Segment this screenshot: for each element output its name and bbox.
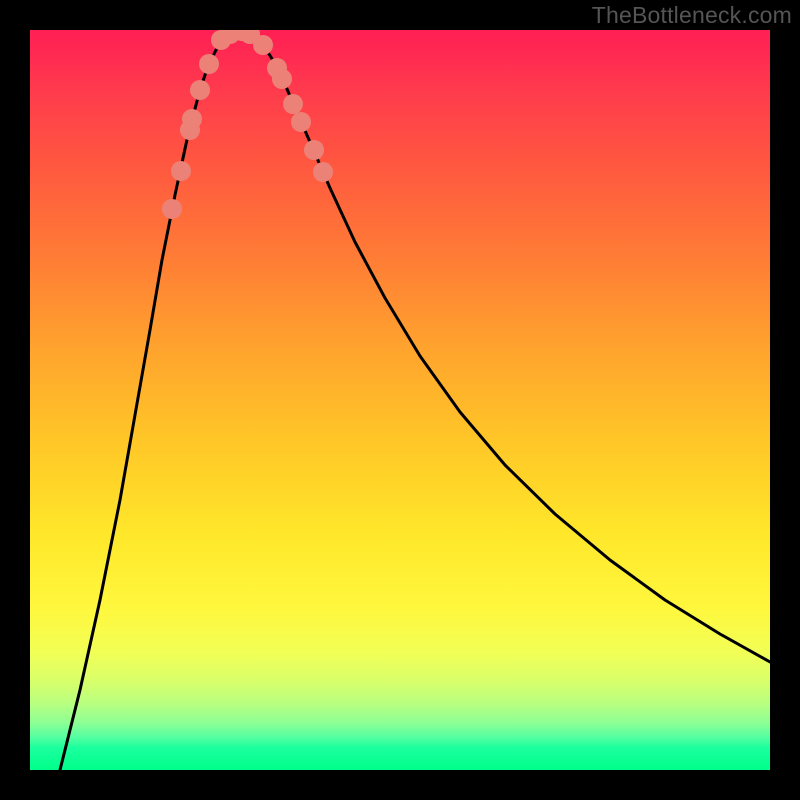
bottleneck-curve bbox=[60, 31, 770, 770]
data-marker bbox=[291, 112, 311, 132]
data-marker bbox=[171, 161, 191, 181]
data-marker bbox=[283, 94, 303, 114]
chart-frame: TheBottleneck.com bbox=[0, 0, 800, 800]
data-marker bbox=[182, 109, 202, 129]
data-marker bbox=[253, 35, 273, 55]
plot-area bbox=[30, 30, 770, 770]
data-marker bbox=[162, 199, 182, 219]
data-marker bbox=[190, 80, 210, 100]
data-marker bbox=[272, 69, 292, 89]
chart-canvas bbox=[30, 30, 770, 770]
data-marker bbox=[313, 162, 333, 182]
data-marker bbox=[304, 140, 324, 160]
data-marker bbox=[199, 54, 219, 74]
watermark-text: TheBottleneck.com bbox=[592, 2, 792, 29]
